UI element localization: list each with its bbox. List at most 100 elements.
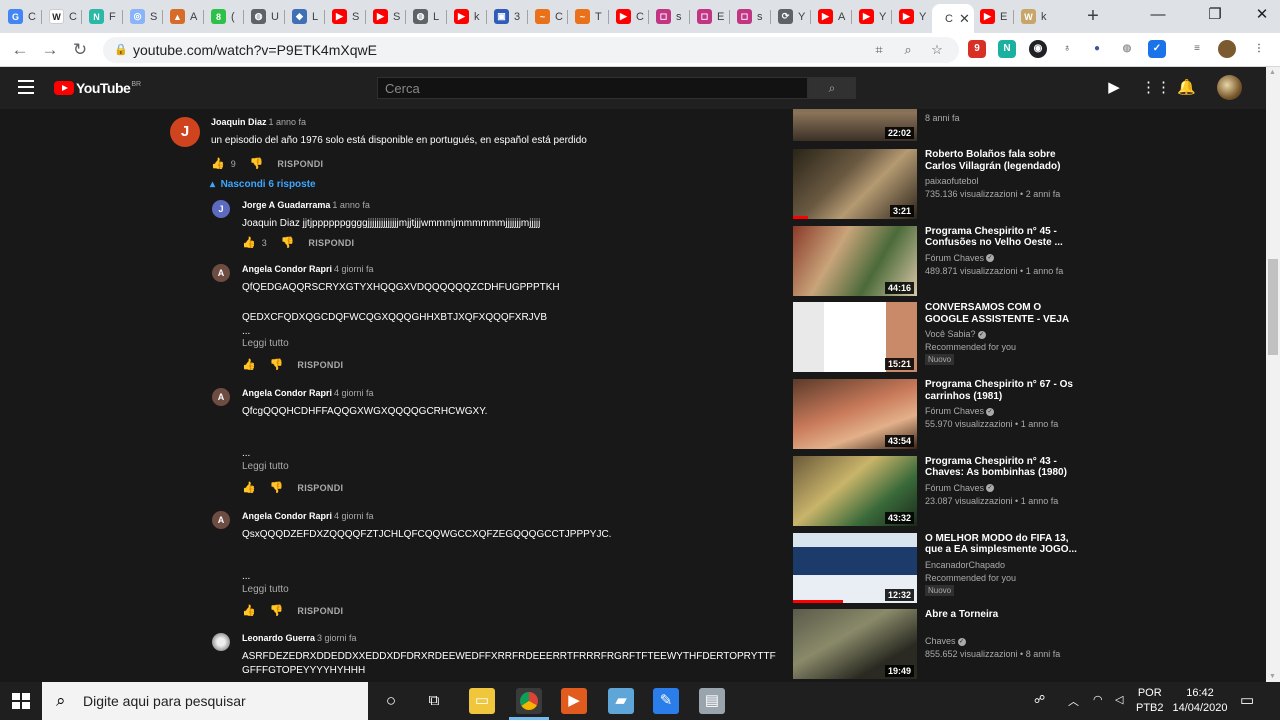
video-title[interactable]: CONVERSAMOS COM O GOOGLE ASSISTENTE - VE… — [925, 302, 1077, 326]
browser-tab[interactable]: 8( — [203, 4, 244, 29]
video-thumbnail[interactable]: 15:21 — [793, 302, 917, 373]
recommended-video-partial[interactable]: 22:02 8 anni fa — [793, 109, 1263, 143]
search-button[interactable]: ⌕ — [808, 77, 856, 99]
profile-avatar[interactable] — [1218, 40, 1236, 58]
chrome-menu-icon[interactable]: ⋮ — [1250, 40, 1268, 58]
scrollbar-thumb[interactable] — [1268, 259, 1278, 355]
scroll-up-arrow-icon[interactable]: ▲ — [1269, 69, 1276, 76]
apps-grid-icon[interactable]: ⋮⋮ — [1141, 79, 1171, 97]
browser-tab[interactable]: ▶ Y — [891, 4, 932, 29]
thumbs-down-icon[interactable]: 👎 — [270, 604, 284, 617]
browser-tab[interactable]: ◍ U — [243, 4, 284, 29]
video-title[interactable]: Abre a Torneira — [925, 609, 1077, 621]
tray-chevron-icon[interactable]: ︿ — [1068, 693, 1079, 709]
browser-tab[interactable]: ⟳ Y — [770, 4, 811, 29]
browser-tab[interactable]: ◍ L — [405, 4, 446, 29]
recommended-video[interactable]: 43:54 Programa Chespirito n° 67 - Os carr… — [793, 379, 1263, 451]
hide-replies-button[interactable]: ▴ Nascondi 6 risposte — [210, 179, 316, 190]
browser-tab[interactable]: ~ T — [567, 4, 608, 29]
file-explorer-icon[interactable]: ▭ — [469, 688, 495, 714]
browser-tab[interactable]: ▶ k — [446, 4, 487, 29]
browser-tab[interactable]: ◻ E — [689, 4, 730, 29]
browser-tab[interactable]: ◻ s — [648, 4, 689, 29]
video-channel[interactable]: Fórum Chaves ✓ — [925, 253, 995, 263]
zoom-icon[interactable]: ⌕ — [900, 42, 916, 58]
browser-tab[interactable]: Wk — [1013, 4, 1054, 29]
task-view-icon[interactable]: ⧉ — [421, 688, 447, 714]
browser-tab[interactable]: ◻ s — [729, 4, 770, 29]
video-thumbnail[interactable]: 12:32 — [793, 532, 917, 603]
thumbs-up-icon[interactable]: 👍 — [242, 358, 256, 371]
reply-avatar[interactable]: A — [212, 388, 230, 406]
media-player-icon[interactable]: ▶ — [561, 688, 587, 714]
create-video-icon[interactable]: ▶ — [1105, 79, 1123, 97]
url-field[interactable]: 🔒 youtube.com/watch?v=P9ETK4mXqwE ⌗ ⌕ ☆ — [103, 37, 959, 63]
video-title[interactable]: O MELHOR MODO do FIFA 13, que a EA simpl… — [925, 533, 1077, 556]
browser-tab[interactable]: ▶ A — [810, 4, 851, 29]
browser-tab[interactable]: ▶ E — [972, 4, 1013, 29]
video-thumbnail[interactable]: 22:02 — [793, 109, 917, 141]
extension-icon-gray[interactable]: ◍ — [1118, 40, 1136, 58]
back-arrow-icon[interactable]: ← — [10, 40, 30, 60]
people-icon[interactable]: ☍ — [1034, 693, 1045, 706]
extension-icon-shield[interactable]: ◉ — [1029, 40, 1047, 58]
read-more-link[interactable]: Leggi tutto — [242, 461, 289, 472]
channel-name[interactable]: EncanadorChapado — [925, 560, 1005, 570]
thumbs-up-icon[interactable]: 👍 — [211, 157, 225, 170]
reply-avatar[interactable]: A — [212, 264, 230, 282]
search-input[interactable]: Cerca — [377, 77, 808, 99]
video-channel[interactable]: Você Sabia? ✓ — [925, 329, 986, 339]
video-channel[interactable]: EncanadorChapado — [925, 560, 1005, 570]
translate-icon[interactable]: ⌗ — [871, 42, 887, 58]
reply-author[interactable]: Leonardo Guerra — [242, 633, 315, 643]
new-tab-button[interactable]: + — [1083, 5, 1103, 27]
browser-tab[interactable]: ~ C — [527, 4, 568, 29]
reading-list-icon[interactable]: ≡ — [1188, 40, 1206, 58]
browser-tab[interactable]: ◆ L — [284, 4, 325, 29]
extension-icon-vpn[interactable]: ✓ — [1148, 40, 1166, 58]
taskbar-search-box[interactable]: ⌕ Digite aqui para pesquisar — [42, 682, 368, 720]
cortana-icon[interactable]: ○ — [378, 688, 404, 714]
url-text[interactable]: youtube.com/watch?v=P9ETK4mXqwE — [133, 42, 377, 58]
comment-author[interactable]: Joaquin Diaz — [211, 117, 267, 127]
browser-tab[interactable]: ▶ Y — [851, 4, 892, 29]
reply-button[interactable]: RISPONDI — [277, 159, 323, 169]
forward-arrow-icon[interactable]: → — [40, 40, 60, 60]
volume-icon[interactable]: ◁ — [1115, 693, 1123, 706]
notifications-icon[interactable]: ▭ — [1240, 691, 1254, 709]
thumbs-down-icon[interactable]: 👎 — [270, 481, 284, 494]
extension-icon-n[interactable]: N — [998, 40, 1016, 58]
reply-author[interactable]: Angela Condor Rapri — [242, 388, 332, 398]
close-window-button[interactable]: ✕ — [1252, 5, 1272, 25]
reload-icon[interactable]: ↻ — [70, 40, 90, 60]
reply-button[interactable]: RISPONDI — [297, 360, 343, 370]
bookmark-star-icon[interactable]: ☆ — [929, 42, 945, 58]
reply-button[interactable]: RISPONDI — [297, 606, 343, 616]
reply-button[interactable]: RISPONDI — [308, 238, 354, 248]
recommended-video[interactable]: 12:32 O MELHOR MODO do FIFA 13, que a EA … — [793, 532, 1263, 605]
reply-button[interactable]: RISPONDI — [297, 483, 343, 493]
browser-tab[interactable]: ▶ S — [365, 4, 406, 29]
extension-icon-adblock[interactable]: 9 — [968, 40, 986, 58]
maximize-button[interactable]: ❐ — [1205, 5, 1225, 25]
close-tab-icon[interactable]: ✕ — [959, 11, 970, 27]
scroll-down-arrow-icon[interactable]: ▼ — [1269, 673, 1276, 680]
recommended-video[interactable]: 19:49 Abre a Torneira Chaves ✓ 855.652 visua… — [793, 609, 1263, 681]
video-thumbnail[interactable]: 44:16 — [793, 225, 917, 296]
browser-tab[interactable]: ▣ 3 — [486, 4, 527, 29]
channel-name[interactable]: Fórum Chaves — [925, 253, 984, 263]
reply-timestamp[interactable]: 4 giorni fa — [334, 511, 374, 521]
minimize-button[interactable]: — — [1148, 5, 1168, 25]
editor-app-icon[interactable]: ✎ — [653, 688, 679, 714]
reply-timestamp[interactable]: 4 giorni fa — [334, 264, 374, 274]
video-thumbnail[interactable]: 43:32 — [793, 455, 917, 526]
reply-avatar[interactable] — [212, 633, 230, 651]
notifications-bell-icon[interactable]: 🔔 — [1177, 79, 1196, 97]
windows-start-icon[interactable] — [12, 693, 30, 709]
thumbs-up-icon[interactable]: 👍 — [242, 481, 256, 494]
recommended-video[interactable]: 44:16 Programa Chespirito n° 45 - Confusõ… — [793, 225, 1263, 298]
channel-name[interactable]: Você Sabia? — [925, 329, 976, 339]
channel-name[interactable]: Fórum Chaves — [925, 483, 984, 493]
reply-timestamp[interactable]: 3 giorni fa — [317, 633, 357, 643]
reply-avatar[interactable]: A — [212, 511, 230, 529]
